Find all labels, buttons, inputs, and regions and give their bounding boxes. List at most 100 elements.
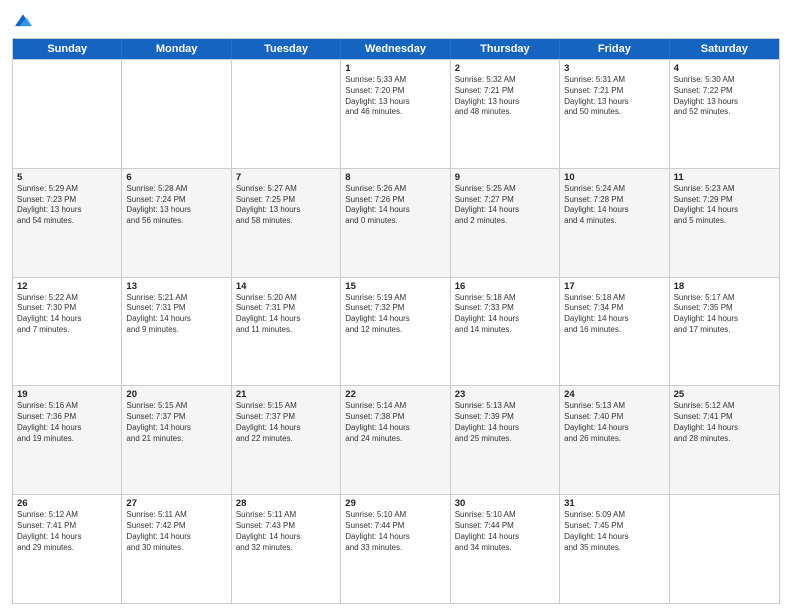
calendar-cell: 26Sunrise: 5:12 AM Sunset: 7:41 PM Dayli… xyxy=(13,495,122,603)
calendar-cell: 15Sunrise: 5:19 AM Sunset: 7:32 PM Dayli… xyxy=(341,278,450,386)
cell-sun-info: Sunrise: 5:09 AM Sunset: 7:45 PM Dayligh… xyxy=(564,510,664,553)
calendar-cell: 24Sunrise: 5:13 AM Sunset: 7:40 PM Dayli… xyxy=(560,386,669,494)
cell-sun-info: Sunrise: 5:29 AM Sunset: 7:23 PM Dayligh… xyxy=(17,184,117,227)
calendar-cell: 27Sunrise: 5:11 AM Sunset: 7:42 PM Dayli… xyxy=(122,495,231,603)
cell-sun-info: Sunrise: 5:27 AM Sunset: 7:25 PM Dayligh… xyxy=(236,184,336,227)
header xyxy=(12,10,780,32)
cell-date-number: 13 xyxy=(126,281,226,292)
cell-sun-info: Sunrise: 5:11 AM Sunset: 7:42 PM Dayligh… xyxy=(126,510,226,553)
cell-sun-info: Sunrise: 5:23 AM Sunset: 7:29 PM Dayligh… xyxy=(674,184,775,227)
calendar-cell: 4Sunrise: 5:30 AM Sunset: 7:22 PM Daylig… xyxy=(670,60,779,168)
cell-sun-info: Sunrise: 5:28 AM Sunset: 7:24 PM Dayligh… xyxy=(126,184,226,227)
cell-date-number: 26 xyxy=(17,498,117,509)
calendar: SundayMondayTuesdayWednesdayThursdayFrid… xyxy=(12,38,780,604)
calendar-row-4: 19Sunrise: 5:16 AM Sunset: 7:36 PM Dayli… xyxy=(13,385,779,494)
cell-date-number: 3 xyxy=(564,63,664,74)
cell-date-number: 1 xyxy=(345,63,445,74)
cell-date-number: 8 xyxy=(345,172,445,183)
weekday-header-wednesday: Wednesday xyxy=(341,39,450,59)
calendar-cell: 10Sunrise: 5:24 AM Sunset: 7:28 PM Dayli… xyxy=(560,169,669,277)
cell-sun-info: Sunrise: 5:14 AM Sunset: 7:38 PM Dayligh… xyxy=(345,401,445,444)
weekday-header-friday: Friday xyxy=(560,39,669,59)
cell-date-number: 31 xyxy=(564,498,664,509)
calendar-cell: 25Sunrise: 5:12 AM Sunset: 7:41 PM Dayli… xyxy=(670,386,779,494)
cell-date-number: 12 xyxy=(17,281,117,292)
calendar-cell: 9Sunrise: 5:25 AM Sunset: 7:27 PM Daylig… xyxy=(451,169,560,277)
cell-date-number: 27 xyxy=(126,498,226,509)
cell-sun-info: Sunrise: 5:12 AM Sunset: 7:41 PM Dayligh… xyxy=(674,401,775,444)
cell-date-number: 30 xyxy=(455,498,555,509)
calendar-cell: 13Sunrise: 5:21 AM Sunset: 7:31 PM Dayli… xyxy=(122,278,231,386)
weekday-header-sunday: Sunday xyxy=(13,39,122,59)
cell-sun-info: Sunrise: 5:18 AM Sunset: 7:33 PM Dayligh… xyxy=(455,293,555,336)
cell-sun-info: Sunrise: 5:10 AM Sunset: 7:44 PM Dayligh… xyxy=(455,510,555,553)
cell-sun-info: Sunrise: 5:12 AM Sunset: 7:41 PM Dayligh… xyxy=(17,510,117,553)
cell-sun-info: Sunrise: 5:16 AM Sunset: 7:36 PM Dayligh… xyxy=(17,401,117,444)
calendar-cell: 6Sunrise: 5:28 AM Sunset: 7:24 PM Daylig… xyxy=(122,169,231,277)
calendar-cell: 21Sunrise: 5:15 AM Sunset: 7:37 PM Dayli… xyxy=(232,386,341,494)
cell-date-number: 19 xyxy=(17,389,117,400)
cell-date-number: 24 xyxy=(564,389,664,400)
cell-date-number: 23 xyxy=(455,389,555,400)
cell-date-number: 20 xyxy=(126,389,226,400)
cell-date-number: 5 xyxy=(17,172,117,183)
calendar-cell: 3Sunrise: 5:31 AM Sunset: 7:21 PM Daylig… xyxy=(560,60,669,168)
cell-sun-info: Sunrise: 5:21 AM Sunset: 7:31 PM Dayligh… xyxy=(126,293,226,336)
cell-sun-info: Sunrise: 5:13 AM Sunset: 7:39 PM Dayligh… xyxy=(455,401,555,444)
cell-sun-info: Sunrise: 5:33 AM Sunset: 7:20 PM Dayligh… xyxy=(345,75,445,118)
calendar-cell: 17Sunrise: 5:18 AM Sunset: 7:34 PM Dayli… xyxy=(560,278,669,386)
calendar-row-2: 5Sunrise: 5:29 AM Sunset: 7:23 PM Daylig… xyxy=(13,168,779,277)
cell-sun-info: Sunrise: 5:15 AM Sunset: 7:37 PM Dayligh… xyxy=(236,401,336,444)
cell-date-number: 11 xyxy=(674,172,775,183)
calendar-row-5: 26Sunrise: 5:12 AM Sunset: 7:41 PM Dayli… xyxy=(13,494,779,603)
calendar-cell: 19Sunrise: 5:16 AM Sunset: 7:36 PM Dayli… xyxy=(13,386,122,494)
calendar-cell: 28Sunrise: 5:11 AM Sunset: 7:43 PM Dayli… xyxy=(232,495,341,603)
cell-date-number: 6 xyxy=(126,172,226,183)
cell-date-number: 28 xyxy=(236,498,336,509)
cell-sun-info: Sunrise: 5:19 AM Sunset: 7:32 PM Dayligh… xyxy=(345,293,445,336)
cell-sun-info: Sunrise: 5:26 AM Sunset: 7:26 PM Dayligh… xyxy=(345,184,445,227)
calendar-row-1: 1Sunrise: 5:33 AM Sunset: 7:20 PM Daylig… xyxy=(13,59,779,168)
cell-date-number: 9 xyxy=(455,172,555,183)
cell-sun-info: Sunrise: 5:31 AM Sunset: 7:21 PM Dayligh… xyxy=(564,75,664,118)
cell-date-number: 10 xyxy=(564,172,664,183)
cell-date-number: 17 xyxy=(564,281,664,292)
calendar-cell xyxy=(13,60,122,168)
calendar-cell xyxy=(122,60,231,168)
weekday-header-thursday: Thursday xyxy=(451,39,560,59)
cell-sun-info: Sunrise: 5:30 AM Sunset: 7:22 PM Dayligh… xyxy=(674,75,775,118)
calendar-cell: 7Sunrise: 5:27 AM Sunset: 7:25 PM Daylig… xyxy=(232,169,341,277)
cell-date-number: 29 xyxy=(345,498,445,509)
calendar-cell: 30Sunrise: 5:10 AM Sunset: 7:44 PM Dayli… xyxy=(451,495,560,603)
cell-sun-info: Sunrise: 5:25 AM Sunset: 7:27 PM Dayligh… xyxy=(455,184,555,227)
calendar-cell: 12Sunrise: 5:22 AM Sunset: 7:30 PM Dayli… xyxy=(13,278,122,386)
cell-date-number: 22 xyxy=(345,389,445,400)
calendar-cell: 29Sunrise: 5:10 AM Sunset: 7:44 PM Dayli… xyxy=(341,495,450,603)
cell-sun-info: Sunrise: 5:24 AM Sunset: 7:28 PM Dayligh… xyxy=(564,184,664,227)
weekday-header-monday: Monday xyxy=(122,39,231,59)
calendar-cell: 11Sunrise: 5:23 AM Sunset: 7:29 PM Dayli… xyxy=(670,169,779,277)
cell-date-number: 15 xyxy=(345,281,445,292)
calendar-row-3: 12Sunrise: 5:22 AM Sunset: 7:30 PM Dayli… xyxy=(13,277,779,386)
calendar-header: SundayMondayTuesdayWednesdayThursdayFrid… xyxy=(13,39,779,59)
calendar-cell: 23Sunrise: 5:13 AM Sunset: 7:39 PM Dayli… xyxy=(451,386,560,494)
calendar-cell: 16Sunrise: 5:18 AM Sunset: 7:33 PM Dayli… xyxy=(451,278,560,386)
cell-date-number: 18 xyxy=(674,281,775,292)
cell-sun-info: Sunrise: 5:32 AM Sunset: 7:21 PM Dayligh… xyxy=(455,75,555,118)
cell-date-number: 21 xyxy=(236,389,336,400)
calendar-cell: 18Sunrise: 5:17 AM Sunset: 7:35 PM Dayli… xyxy=(670,278,779,386)
logo-icon xyxy=(12,10,34,32)
calendar-cell: 2Sunrise: 5:32 AM Sunset: 7:21 PM Daylig… xyxy=(451,60,560,168)
cell-date-number: 2 xyxy=(455,63,555,74)
calendar-cell: 8Sunrise: 5:26 AM Sunset: 7:26 PM Daylig… xyxy=(341,169,450,277)
cell-date-number: 16 xyxy=(455,281,555,292)
cell-sun-info: Sunrise: 5:22 AM Sunset: 7:30 PM Dayligh… xyxy=(17,293,117,336)
cell-sun-info: Sunrise: 5:17 AM Sunset: 7:35 PM Dayligh… xyxy=(674,293,775,336)
cell-date-number: 25 xyxy=(674,389,775,400)
weekday-header-tuesday: Tuesday xyxy=(232,39,341,59)
cell-sun-info: Sunrise: 5:10 AM Sunset: 7:44 PM Dayligh… xyxy=(345,510,445,553)
cell-sun-info: Sunrise: 5:11 AM Sunset: 7:43 PM Dayligh… xyxy=(236,510,336,553)
calendar-cell xyxy=(232,60,341,168)
cell-sun-info: Sunrise: 5:13 AM Sunset: 7:40 PM Dayligh… xyxy=(564,401,664,444)
calendar-body: 1Sunrise: 5:33 AM Sunset: 7:20 PM Daylig… xyxy=(13,59,779,603)
